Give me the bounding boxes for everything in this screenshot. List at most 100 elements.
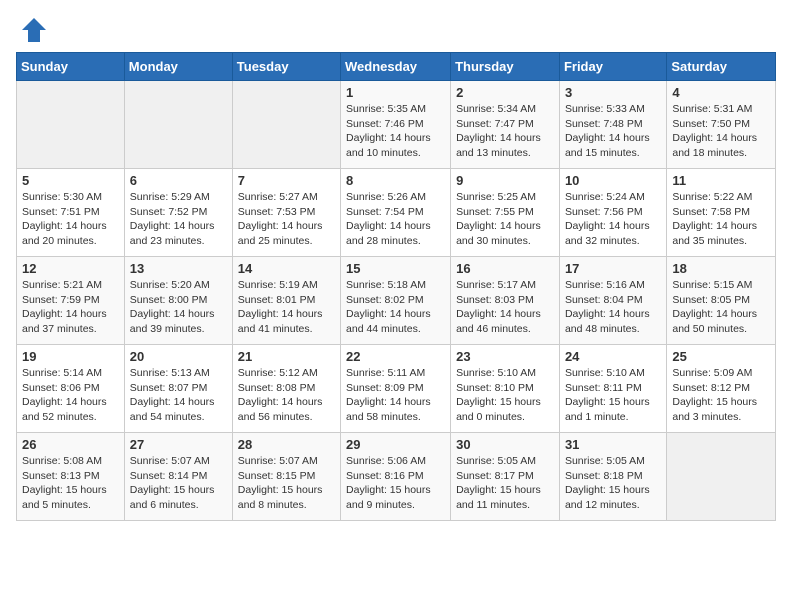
day-cell: 6 Sunrise: 5:29 AM Sunset: 7:52 PM Daylig… bbox=[124, 169, 232, 257]
day-detail: Sunrise: 5:26 AM Sunset: 7:54 PM Dayligh… bbox=[346, 190, 445, 249]
calendar-body: 1 Sunrise: 5:35 AM Sunset: 7:46 PM Daylig… bbox=[17, 81, 776, 521]
header-tuesday: Tuesday bbox=[232, 53, 340, 81]
day-cell bbox=[124, 81, 232, 169]
day-number: 5 bbox=[22, 173, 119, 188]
day-number: 8 bbox=[346, 173, 445, 188]
day-detail: Sunrise: 5:10 AM Sunset: 8:11 PM Dayligh… bbox=[565, 366, 661, 425]
day-cell: 11 Sunrise: 5:22 AM Sunset: 7:58 PM Dayli… bbox=[667, 169, 776, 257]
day-cell: 5 Sunrise: 5:30 AM Sunset: 7:51 PM Daylig… bbox=[17, 169, 125, 257]
day-cell: 17 Sunrise: 5:16 AM Sunset: 8:04 PM Dayli… bbox=[559, 257, 666, 345]
day-detail: Sunrise: 5:34 AM Sunset: 7:47 PM Dayligh… bbox=[456, 102, 554, 161]
header-wednesday: Wednesday bbox=[341, 53, 451, 81]
day-cell: 16 Sunrise: 5:17 AM Sunset: 8:03 PM Dayli… bbox=[451, 257, 560, 345]
day-number: 10 bbox=[565, 173, 661, 188]
day-detail: Sunrise: 5:05 AM Sunset: 8:18 PM Dayligh… bbox=[565, 454, 661, 513]
day-detail: Sunrise: 5:12 AM Sunset: 8:08 PM Dayligh… bbox=[238, 366, 335, 425]
day-cell: 23 Sunrise: 5:10 AM Sunset: 8:10 PM Dayli… bbox=[451, 345, 560, 433]
day-cell: 7Sunrise: 5:27 AM Sunset: 7:53 PM Daylig… bbox=[232, 169, 340, 257]
page-header bbox=[16, 16, 776, 44]
day-cell: 25 Sunrise: 5:09 AM Sunset: 8:12 PM Dayli… bbox=[667, 345, 776, 433]
day-detail: Sunrise: 5:07 AM Sunset: 8:14 PM Dayligh… bbox=[130, 454, 227, 513]
day-number: 19 bbox=[22, 349, 119, 364]
day-cell bbox=[667, 433, 776, 521]
day-number: 30 bbox=[456, 437, 554, 452]
day-number: 29 bbox=[346, 437, 445, 452]
day-number: 20 bbox=[130, 349, 227, 364]
day-detail: Sunrise: 5:30 AM Sunset: 7:51 PM Dayligh… bbox=[22, 190, 119, 249]
day-number: 21 bbox=[238, 349, 335, 364]
day-cell: 21 Sunrise: 5:12 AM Sunset: 8:08 PM Dayli… bbox=[232, 345, 340, 433]
day-cell: 4Sunrise: 5:31 AM Sunset: 7:50 PM Daylig… bbox=[667, 81, 776, 169]
day-detail: Sunrise: 5:29 AM Sunset: 7:52 PM Dayligh… bbox=[130, 190, 227, 249]
day-detail: Sunrise: 5:24 AM Sunset: 7:56 PM Dayligh… bbox=[565, 190, 661, 249]
day-detail: Sunrise: 5:14 AM Sunset: 8:06 PM Dayligh… bbox=[22, 366, 119, 425]
day-detail: Sunrise: 5:16 AM Sunset: 8:04 PM Dayligh… bbox=[565, 278, 661, 337]
day-number: 2 bbox=[456, 85, 554, 100]
week-row-2: 12Sunrise: 5:21 AM Sunset: 7:59 PM Dayli… bbox=[17, 257, 776, 345]
week-row-3: 19 Sunrise: 5:14 AM Sunset: 8:06 PM Dayli… bbox=[17, 345, 776, 433]
day-cell: 18 Sunrise: 5:15 AM Sunset: 8:05 PM Dayli… bbox=[667, 257, 776, 345]
day-detail: Sunrise: 5:07 AM Sunset: 8:15 PM Dayligh… bbox=[238, 454, 335, 513]
day-number: 18 bbox=[672, 261, 770, 276]
header-monday: Monday bbox=[124, 53, 232, 81]
day-number: 7 bbox=[238, 173, 335, 188]
day-number: 15 bbox=[346, 261, 445, 276]
day-detail: Sunrise: 5:05 AM Sunset: 8:17 PM Dayligh… bbox=[456, 454, 554, 513]
day-detail: Sunrise: 5:33 AM Sunset: 7:48 PM Dayligh… bbox=[565, 102, 661, 161]
day-detail: Sunrise: 5:22 AM Sunset: 7:58 PM Dayligh… bbox=[672, 190, 770, 249]
day-number: 28 bbox=[238, 437, 335, 452]
day-cell: 14 Sunrise: 5:19 AM Sunset: 8:01 PM Dayli… bbox=[232, 257, 340, 345]
day-number: 6 bbox=[130, 173, 227, 188]
day-cell: 3Sunrise: 5:33 AM Sunset: 7:48 PM Daylig… bbox=[559, 81, 666, 169]
day-number: 22 bbox=[346, 349, 445, 364]
calendar-table: SundayMondayTuesdayWednesdayThursdayFrid… bbox=[16, 52, 776, 521]
day-number: 31 bbox=[565, 437, 661, 452]
day-number: 13 bbox=[130, 261, 227, 276]
day-number: 17 bbox=[565, 261, 661, 276]
header-friday: Friday bbox=[559, 53, 666, 81]
day-cell bbox=[232, 81, 340, 169]
week-row-4: 26Sunrise: 5:08 AM Sunset: 8:13 PM Dayli… bbox=[17, 433, 776, 521]
day-number: 14 bbox=[238, 261, 335, 276]
day-detail: Sunrise: 5:19 AM Sunset: 8:01 PM Dayligh… bbox=[238, 278, 335, 337]
day-cell: 22 Sunrise: 5:11 AM Sunset: 8:09 PM Dayli… bbox=[341, 345, 451, 433]
day-number: 9 bbox=[456, 173, 554, 188]
day-number: 1 bbox=[346, 85, 445, 100]
day-number: 24 bbox=[565, 349, 661, 364]
logo-icon bbox=[20, 16, 48, 44]
day-cell: 10 Sunrise: 5:24 AM Sunset: 7:56 PM Dayli… bbox=[559, 169, 666, 257]
day-number: 25 bbox=[672, 349, 770, 364]
day-cell: 29 Sunrise: 5:06 AM Sunset: 8:16 PM Dayli… bbox=[341, 433, 451, 521]
day-cell: 9 Sunrise: 5:25 AM Sunset: 7:55 PM Daylig… bbox=[451, 169, 560, 257]
day-cell: 30 Sunrise: 5:05 AM Sunset: 8:17 PM Dayli… bbox=[451, 433, 560, 521]
day-detail: Sunrise: 5:09 AM Sunset: 8:12 PM Dayligh… bbox=[672, 366, 770, 425]
day-cell: 1 Sunrise: 5:35 AM Sunset: 7:46 PM Daylig… bbox=[341, 81, 451, 169]
day-cell: 12Sunrise: 5:21 AM Sunset: 7:59 PM Dayli… bbox=[17, 257, 125, 345]
day-detail: Sunrise: 5:10 AM Sunset: 8:10 PM Dayligh… bbox=[456, 366, 554, 425]
day-detail: Sunrise: 5:06 AM Sunset: 8:16 PM Dayligh… bbox=[346, 454, 445, 513]
day-detail: Sunrise: 5:17 AM Sunset: 8:03 PM Dayligh… bbox=[456, 278, 554, 337]
day-number: 11 bbox=[672, 173, 770, 188]
day-detail: Sunrise: 5:08 AM Sunset: 8:13 PM Dayligh… bbox=[22, 454, 119, 513]
header-saturday: Saturday bbox=[667, 53, 776, 81]
day-detail: Sunrise: 5:25 AM Sunset: 7:55 PM Dayligh… bbox=[456, 190, 554, 249]
week-row-0: 1 Sunrise: 5:35 AM Sunset: 7:46 PM Daylig… bbox=[17, 81, 776, 169]
day-detail: Sunrise: 5:11 AM Sunset: 8:09 PM Dayligh… bbox=[346, 366, 445, 425]
day-number: 16 bbox=[456, 261, 554, 276]
day-detail: Sunrise: 5:20 AM Sunset: 8:00 PM Dayligh… bbox=[130, 278, 227, 337]
day-cell: 15Sunrise: 5:18 AM Sunset: 8:02 PM Dayli… bbox=[341, 257, 451, 345]
day-number: 23 bbox=[456, 349, 554, 364]
logo bbox=[16, 16, 48, 44]
day-cell bbox=[17, 81, 125, 169]
day-detail: Sunrise: 5:13 AM Sunset: 8:07 PM Dayligh… bbox=[130, 366, 227, 425]
day-detail: Sunrise: 5:15 AM Sunset: 8:05 PM Dayligh… bbox=[672, 278, 770, 337]
day-detail: Sunrise: 5:35 AM Sunset: 7:46 PM Dayligh… bbox=[346, 102, 445, 161]
header-sunday: Sunday bbox=[17, 53, 125, 81]
day-cell: 8 Sunrise: 5:26 AM Sunset: 7:54 PM Daylig… bbox=[341, 169, 451, 257]
day-number: 27 bbox=[130, 437, 227, 452]
day-cell: 19 Sunrise: 5:14 AM Sunset: 8:06 PM Dayli… bbox=[17, 345, 125, 433]
day-cell: 27 Sunrise: 5:07 AM Sunset: 8:14 PM Dayli… bbox=[124, 433, 232, 521]
day-cell: 13 Sunrise: 5:20 AM Sunset: 8:00 PM Dayli… bbox=[124, 257, 232, 345]
header-thursday: Thursday bbox=[451, 53, 560, 81]
day-cell: 26Sunrise: 5:08 AM Sunset: 8:13 PM Dayli… bbox=[17, 433, 125, 521]
